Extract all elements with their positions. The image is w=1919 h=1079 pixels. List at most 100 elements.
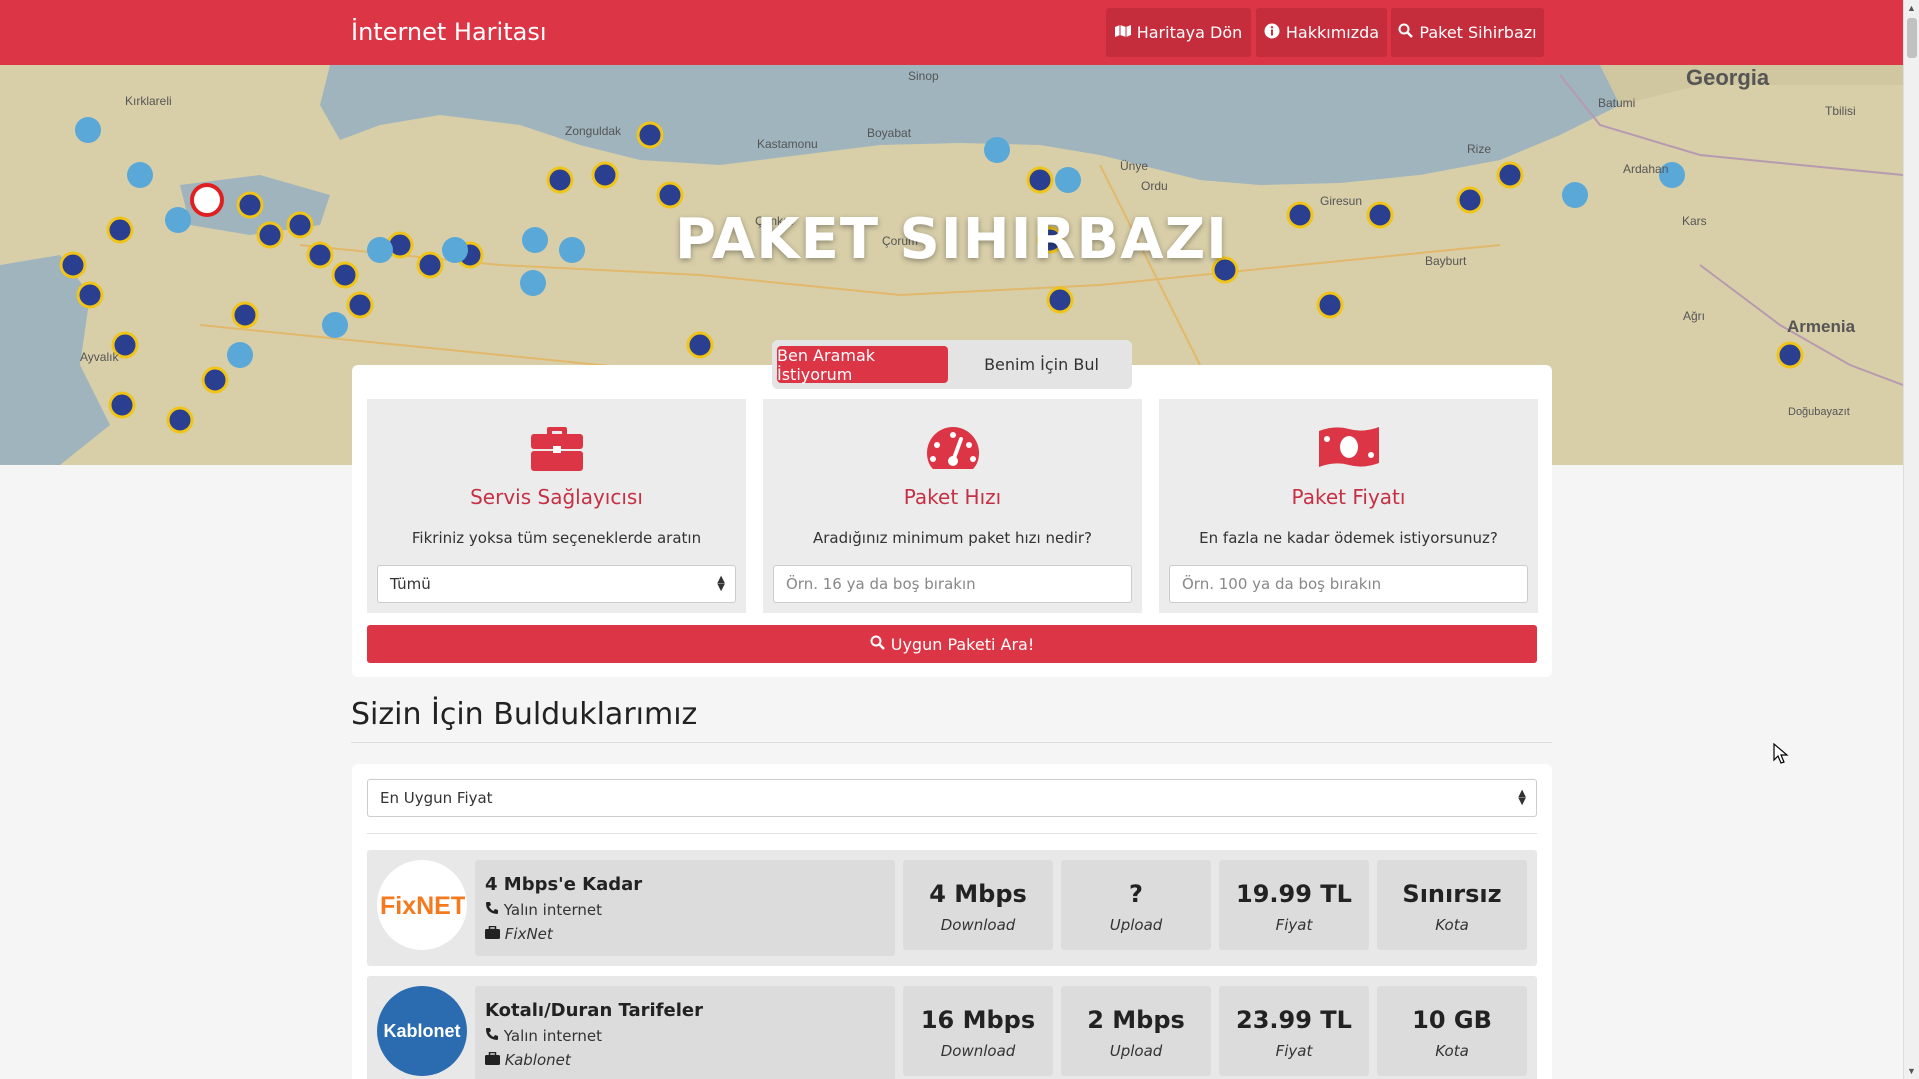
download-value: 16 Mbps xyxy=(920,1006,1036,1034)
provider-desc: Fikriniz yoksa tüm seçeneklerde aratın xyxy=(411,529,702,547)
price-value: 19.99 TL xyxy=(1236,880,1352,908)
provider-select[interactable]: Tümü ▲ ▼ xyxy=(377,565,736,603)
package-provider-label: FixNet xyxy=(504,925,553,943)
svg-text:Ordu: Ordu xyxy=(1141,179,1168,193)
fixnet-logo: FixNET xyxy=(377,860,467,950)
about-button[interactable]: Hakkımızda xyxy=(1256,8,1387,57)
search-icon xyxy=(1398,23,1414,42)
briefcase-icon xyxy=(485,925,505,943)
upload-value: 2 Mbps xyxy=(1087,1006,1185,1034)
package-type: Yalın internet xyxy=(485,1027,602,1045)
upload-stat: 2 Mbps Upload xyxy=(1061,986,1211,1076)
speed-input-wrapper xyxy=(773,565,1132,603)
svg-text:Rize: Rize xyxy=(1467,142,1491,156)
search-icon xyxy=(870,635,885,654)
package-type-label: Yalın internet xyxy=(503,901,602,919)
brand-title[interactable]: İnternet Haritası xyxy=(351,18,547,46)
provider-title: Servis Sağlayıcısı xyxy=(470,485,643,509)
download-stat: 4 Mbps Download xyxy=(903,860,1053,950)
phone-icon xyxy=(485,1027,504,1045)
results-card: En Uygun Fiyat ▲ ▼ FixNET 4 Mbps'e Kadar … xyxy=(352,764,1552,1079)
back-to-map-button[interactable]: Haritaya Dön xyxy=(1106,8,1251,57)
price-label: Fiyat xyxy=(1275,916,1313,934)
sort-select[interactable]: En Uygun Fiyat ▲ ▼ xyxy=(367,779,1537,817)
speed-column: Paket Hızı Aradığınız minimum paket hızı… xyxy=(763,399,1142,613)
provider-select-value: Tümü xyxy=(390,575,431,593)
package-info: 4 Mbps'e Kadar Yalın internet FixNet xyxy=(475,860,895,956)
price-input[interactable] xyxy=(1182,575,1515,593)
svg-text:Boyabat: Boyabat xyxy=(867,126,912,140)
scroll-down-icon[interactable]: ▼ xyxy=(1907,1066,1916,1076)
search-mode-tabs: Ben Aramak İstiyorum Benim İçin Bul xyxy=(772,340,1132,389)
svg-text:Kastamonu: Kastamonu xyxy=(757,137,818,151)
back-to-map-label: Haritaya Dön xyxy=(1136,23,1243,42)
tab-manual-search[interactable]: Ben Aramak İstiyorum xyxy=(777,346,948,384)
upload-stat: ? Upload xyxy=(1061,860,1211,950)
upload-label: Upload xyxy=(1109,916,1163,934)
price-input-wrapper xyxy=(1169,565,1528,603)
price-title: Paket Fiyatı xyxy=(1291,485,1406,509)
speedometer-icon xyxy=(763,425,1142,476)
sort-select-value: En Uygun Fiyat xyxy=(380,789,493,807)
svg-text:Ağrı: Ağrı xyxy=(1683,309,1705,323)
quota-value: 10 GB xyxy=(1412,1006,1492,1034)
price-column: Paket Fiyatı En fazla ne kadar ödemek is… xyxy=(1159,399,1538,613)
hero-title: PAKET SIHIRBAZI xyxy=(674,207,1229,272)
price-value: 23.99 TL xyxy=(1236,1006,1352,1034)
tab-find-for-me[interactable]: Benim İçin Bul xyxy=(956,346,1127,383)
scroll-thumb[interactable] xyxy=(1907,18,1917,58)
sort-divider xyxy=(367,833,1537,834)
package-provider: FixNet xyxy=(485,925,553,943)
money-icon xyxy=(1159,425,1538,474)
quota-label: Kota xyxy=(1435,916,1469,934)
svg-text:Zonguldak: Zonguldak xyxy=(565,124,622,138)
briefcase-icon xyxy=(367,425,746,476)
quota-value: Sınırsız xyxy=(1402,880,1502,908)
download-value: 4 Mbps xyxy=(929,880,1027,908)
quota-stat: 10 GB Kota xyxy=(1377,986,1527,1076)
fixnet-logo-text: FixNET xyxy=(380,892,465,920)
svg-text:Batumi: Batumi xyxy=(1598,96,1635,110)
download-label: Download xyxy=(940,916,1016,934)
package-type: Yalın internet xyxy=(485,901,602,919)
svg-text:Ünye: Ünye xyxy=(1120,159,1148,173)
scroll-up-icon[interactable]: ▲ xyxy=(1907,3,1916,13)
top-navbar: İnternet Haritası Haritaya Dön Hakkımızd… xyxy=(0,0,1903,65)
svg-text:Georgia: Georgia xyxy=(1686,65,1770,90)
svg-text:Doğubayazıt: Doğubayazıt xyxy=(1788,406,1850,418)
kablonet-logo-text: Kablonet xyxy=(383,1021,460,1041)
download-stat: 16 Mbps Download xyxy=(903,986,1053,1076)
results-heading: Sizin İçin Bulduklarımız xyxy=(351,697,698,732)
svg-text:Kırklareli: Kırklareli xyxy=(125,94,172,108)
map-icon xyxy=(1114,24,1131,42)
package-name: 4 Mbps'e Kadar xyxy=(485,874,643,895)
price-stat: 23.99 TL Fiyat xyxy=(1219,986,1369,1076)
svg-text:Ardahan: Ardahan xyxy=(1623,162,1668,176)
package-wizard-label: Paket Sihirbazı xyxy=(1419,23,1537,42)
package-type-label: Yalın internet xyxy=(503,1027,602,1045)
select-caret-icon: ▲ ▼ xyxy=(717,574,725,593)
about-label: Hakkımızda xyxy=(1285,23,1380,42)
quota-label: Kota xyxy=(1435,1042,1469,1060)
results-divider xyxy=(351,742,1552,743)
find-package-label: Uygun Paketi Ara! xyxy=(890,634,1035,654)
package-name: Kotalı/Duran Tarifeler xyxy=(485,1000,703,1021)
package-row[interactable]: FixNET 4 Mbps'e Kadar Yalın internet Fix… xyxy=(367,850,1537,966)
phone-icon xyxy=(485,901,504,919)
price-stat: 19.99 TL Fiyat xyxy=(1219,860,1369,950)
package-row[interactable]: Kablonet Kotalı/Duran Tarifeler Yalın in… xyxy=(367,976,1537,1079)
download-label: Download xyxy=(940,1042,1016,1060)
svg-text:Sinop: Sinop xyxy=(908,69,939,83)
briefcase-icon xyxy=(485,1051,505,1069)
page-scrollbar[interactable]: ▲ ▼ xyxy=(1903,0,1919,1079)
mouse-cursor-icon xyxy=(1773,742,1789,770)
svg-text:Giresun: Giresun xyxy=(1320,194,1362,208)
speed-input[interactable] xyxy=(786,575,1119,593)
find-package-button[interactable]: Uygun Paketi Ara! xyxy=(367,625,1537,663)
search-card: Servis Sağlayıcısı Fikriniz yoksa tüm se… xyxy=(352,365,1552,677)
svg-text:Ayvalık: Ayvalık xyxy=(80,350,119,364)
upload-label: Upload xyxy=(1109,1042,1163,1060)
package-wizard-button[interactable]: Paket Sihirbazı xyxy=(1391,8,1544,57)
select-caret-icon: ▲ ▼ xyxy=(1518,788,1526,807)
provider-column: Servis Sağlayıcısı Fikriniz yoksa tüm se… xyxy=(367,399,746,613)
